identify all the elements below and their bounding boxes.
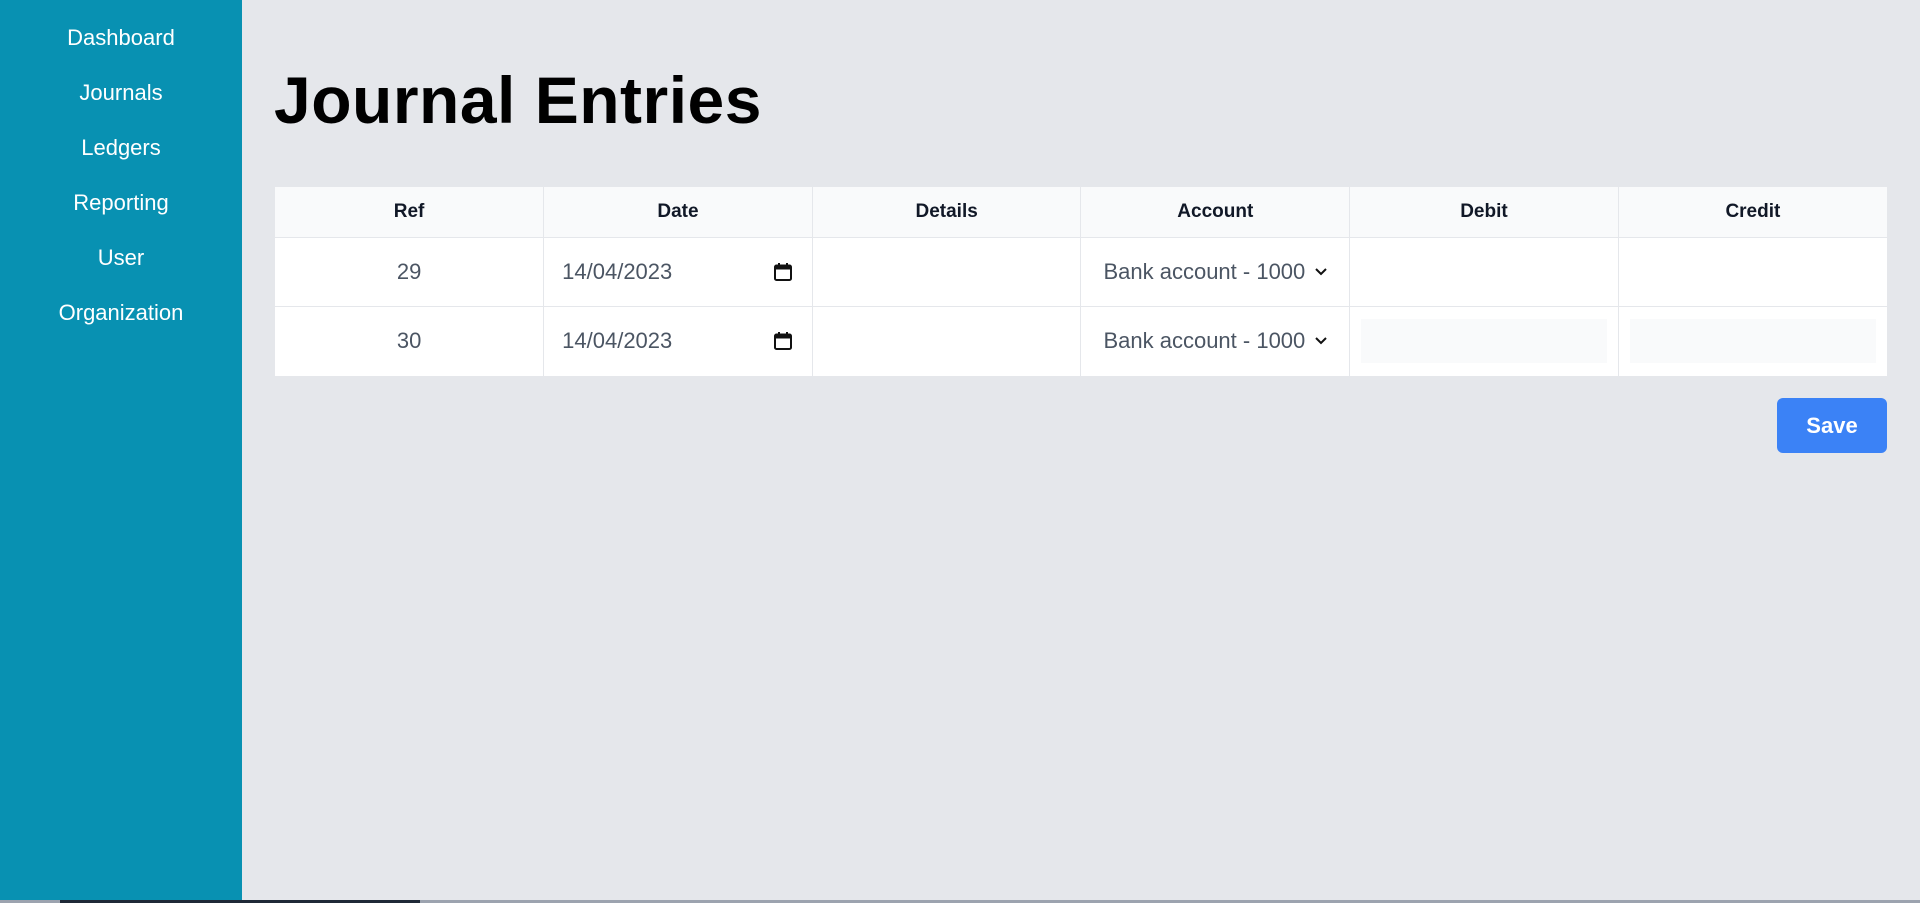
save-button[interactable]: Save: [1777, 398, 1887, 453]
app-root: Dashboard Journals Ledgers Reporting Use…: [0, 0, 1920, 903]
sidebar-link-journals[interactable]: Journals: [79, 77, 162, 109]
sidebar-link-reporting[interactable]: Reporting: [73, 187, 168, 219]
calendar-icon-svg: [773, 332, 792, 351]
table-body: 29 14/04/2023 Bank account - 1000 30 14/…: [275, 237, 1887, 376]
sidebar: Dashboard Journals Ledgers Reporting Use…: [0, 0, 242, 900]
debit-cell: [1349, 237, 1619, 307]
details-input[interactable]: [823, 250, 1070, 294]
sidebar-item-user: User: [0, 242, 242, 297]
credit-input[interactable]: [1629, 250, 1876, 294]
ref-cell: 30: [396, 328, 422, 354]
column-header-date: Date: [543, 187, 813, 238]
calendar-icon[interactable]: [772, 261, 794, 283]
sidebar-item-journals: Journals: [0, 77, 242, 132]
account-cell: Bank account - 1000: [1080, 237, 1350, 307]
credit-cell: [1617, 237, 1887, 307]
details-cell: [811, 306, 1081, 376]
sidebar-link-organization[interactable]: Organization: [59, 297, 184, 329]
chevron-down-icon-svg: [1315, 268, 1327, 276]
column-header-details: Details: [811, 187, 1081, 238]
date-input[interactable]: 14/04/2023: [555, 319, 801, 363]
date-cell: 14/04/2023: [543, 237, 813, 307]
date-value: 14/04/2023: [562, 259, 673, 284]
sidebar-item-ledgers: Ledgers: [0, 132, 242, 187]
date-cell: 14/04/2023: [543, 306, 813, 376]
credit-cell: [1617, 306, 1887, 376]
journal-table-container: Ref Date Details Account Debit Credit 29…: [275, 187, 1887, 376]
journal-entries-table: Ref Date Details Account Debit Credit 29…: [275, 187, 1887, 376]
sidebar-link-ledgers[interactable]: Ledgers: [81, 132, 161, 164]
account-select[interactable]: Bank account - 1000: [1092, 319, 1338, 363]
column-header-account: Account: [1080, 187, 1350, 238]
table-row: 30 14/04/2023 Bank account - 1000: [275, 306, 1887, 376]
chevron-down-icon: [1312, 263, 1330, 281]
date-value: 14/04/2023: [562, 328, 673, 354]
account-cell: Bank account - 1000: [1080, 306, 1350, 376]
main-content: Journal Entries Ref Date Details Account…: [242, 0, 1920, 903]
account-select-value: Bank account - 1000: [1103, 328, 1306, 354]
column-header-ref: Ref: [275, 187, 544, 238]
calendar-icon[interactable]: [772, 330, 794, 352]
sidebar-item-reporting: Reporting: [0, 187, 242, 242]
ref-cell: 29: [396, 259, 422, 284]
table-header: Ref Date Details Account Debit Credit: [275, 187, 1887, 238]
debit-cell: [1349, 306, 1619, 376]
page-title: Journal Entries: [274, 63, 762, 137]
account-select-value: Bank account - 1000: [1103, 259, 1306, 284]
chevron-down-icon-svg: [1315, 337, 1327, 345]
account-select[interactable]: Bank account - 1000: [1092, 250, 1338, 294]
column-header-debit: Debit: [1349, 187, 1619, 238]
date-input[interactable]: 14/04/2023: [555, 250, 801, 294]
table-header-row: Ref Date Details Account Debit Credit: [275, 187, 1887, 238]
sidebar-item-organization: Organization: [0, 297, 242, 352]
chevron-down-icon: [1312, 332, 1330, 350]
sidebar-link-dashboard[interactable]: Dashboard: [67, 22, 175, 54]
debit-input[interactable]: [1361, 250, 1607, 294]
table-row: 29 14/04/2023 Bank account - 1000: [275, 237, 1887, 307]
details-cell: [811, 237, 1081, 307]
credit-input[interactable]: [1629, 319, 1876, 364]
column-header-credit: Credit: [1617, 187, 1887, 238]
sidebar-item-dashboard: Dashboard: [0, 22, 242, 77]
calendar-icon-svg: [773, 263, 792, 281]
sidebar-link-user[interactable]: User: [98, 242, 144, 274]
debit-input[interactable]: [1361, 319, 1607, 364]
details-input[interactable]: [823, 319, 1070, 364]
sidebar-menu: Dashboard Journals Ledgers Reporting Use…: [0, 22, 242, 352]
